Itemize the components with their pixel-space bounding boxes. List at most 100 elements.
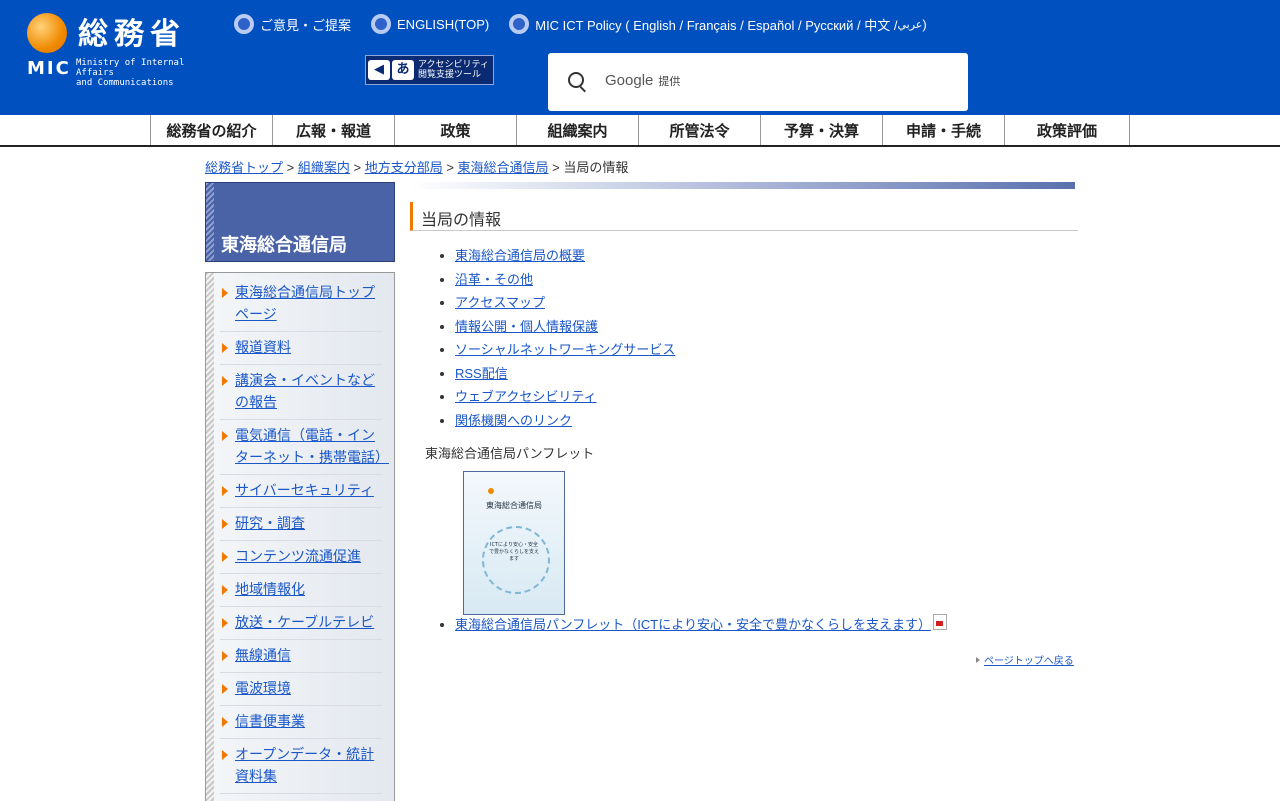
breadcrumb-link-tokai[interactable]: 東海総合通信局 bbox=[458, 160, 549, 175]
top-link-arabic[interactable]: عربي bbox=[898, 18, 923, 31]
sidebar-item: 電気通信（電話・インターネット・携帯電話） bbox=[220, 420, 389, 475]
sidebar-title-box: 東海総合通信局 bbox=[205, 182, 395, 262]
nav-item-organization[interactable]: 組織案内 bbox=[517, 115, 639, 145]
nav-item-evaluation[interactable]: 政策評価 bbox=[1005, 115, 1130, 145]
top-link-feedback[interactable]: ご意見・ご提案 bbox=[234, 14, 351, 34]
sidebar-item-link[interactable]: 地域情報化 bbox=[235, 581, 305, 597]
accessibility-tool-button[interactable]: ◀ あ アクセシビリティ 閲覧支援ツール bbox=[365, 55, 494, 85]
logo-kanji: 総務省 bbox=[78, 17, 186, 52]
info-link-history[interactable]: 沿革・その他 bbox=[455, 272, 533, 287]
nav-item-about[interactable]: 総務省の紹介 bbox=[151, 115, 273, 145]
list-item: ウェブアクセシビリティ bbox=[455, 386, 675, 410]
sidebar-item: 信書便事業 bbox=[220, 706, 382, 739]
pamphlet-label: 東海総合通信局パンフレット bbox=[425, 446, 595, 461]
sidebar-item-link[interactable]: オープンデータ・統計資料集 bbox=[235, 746, 374, 784]
radio-bullet-icon bbox=[371, 14, 392, 34]
breadcrumb-separator: > bbox=[442, 160, 458, 175]
logo-abbr: MIC bbox=[27, 58, 71, 79]
pamphlet-link-list: 東海総合通信局パンフレット（ICTにより安心・安全で豊かなくらしを支えます） bbox=[425, 614, 947, 635]
sidebar-item: コンテンツ流通促進 bbox=[220, 541, 382, 574]
sidebar-item-link[interactable]: 電気通信（電話・インターネット・携帯電話） bbox=[235, 427, 389, 465]
list-item: RSS配信 bbox=[455, 363, 675, 387]
info-link-related[interactable]: 関係機関へのリンク bbox=[455, 413, 572, 428]
top-link-label: MIC ICT Policy ( English / Français / Es… bbox=[535, 17, 898, 33]
nav-item-laws[interactable]: 所管法令 bbox=[639, 115, 761, 145]
pamphlet-cover-text: ICTにより安心・安全で豊かなくらしを支えます bbox=[488, 542, 539, 562]
breadcrumb-current: 当局の情報 bbox=[563, 160, 629, 175]
breadcrumb-link-top[interactable]: 総務省トップ bbox=[205, 160, 283, 175]
breadcrumb-link-organization[interactable]: 組織案内 bbox=[298, 160, 350, 175]
logo-subtitle: Ministry of Internal Affairs and Communi… bbox=[76, 58, 216, 88]
info-link-access-map[interactable]: アクセスマップ bbox=[455, 295, 545, 310]
sidebar-menu: 東海総合通信局トップページ 報道資料 講演会・イベントなどの報告 電気通信（電話… bbox=[205, 272, 395, 801]
list-item: 情報公開・個人情報保護 bbox=[455, 316, 675, 340]
list-item: 沿革・その他 bbox=[455, 269, 675, 293]
sidebar-item: 東海総合通信局トップページ bbox=[220, 277, 382, 332]
info-link-rss[interactable]: RSS配信 bbox=[455, 366, 508, 381]
top-link-close-paren: ) bbox=[922, 16, 927, 32]
sidebar-item-link[interactable]: サイバーセキュリティ bbox=[235, 482, 374, 498]
breadcrumb-separator: > bbox=[548, 160, 564, 175]
sidebar-item: サイバーセキュリティ bbox=[220, 475, 382, 508]
mic-logo[interactable]: 総務省 MIC Ministry of Internal Affairs and… bbox=[26, 12, 216, 88]
top-links: ご意見・ご提案 ENGLISH(TOP) MIC ICT Policy ( En… bbox=[234, 13, 947, 35]
sidebar-item: 電波環境 bbox=[220, 673, 382, 706]
search-box[interactable]: Google 提供 bbox=[548, 53, 968, 111]
nav-item-budget[interactable]: 予算・決算 bbox=[761, 115, 883, 145]
accessibility-tool-label: アクセシビリティ 閲覧支援ツール bbox=[418, 60, 489, 80]
list-item: ソーシャルネットワーキングサービス bbox=[455, 339, 675, 363]
nav-item-applications[interactable]: 申請・手続 bbox=[883, 115, 1005, 145]
sidebar-item-link[interactable]: 放送・ケーブルテレビ bbox=[235, 614, 374, 630]
sidebar-item: 地域情報化 bbox=[220, 574, 382, 607]
nav-item-press[interactable]: 広報・報道 bbox=[273, 115, 395, 145]
breadcrumb-link-regional[interactable]: 地方支分部局 bbox=[365, 160, 443, 175]
top-link-ict-policy[interactable]: MIC ICT Policy ( English / Français / Es… bbox=[509, 14, 927, 34]
search-brand-suffix: 提供 bbox=[658, 76, 681, 88]
top-link-label: ご意見・ご提案 bbox=[260, 17, 352, 33]
search-icon[interactable] bbox=[568, 72, 584, 88]
sidebar-item-link[interactable]: コンテンツ流通促進 bbox=[235, 548, 361, 564]
sidebar-item-link[interactable]: 無線通信 bbox=[235, 647, 291, 663]
sidebar-item-link[interactable]: 信書便事業 bbox=[235, 713, 305, 729]
page-top-link[interactable]: ページトップへ戻る bbox=[976, 652, 1074, 667]
accessibility-tool-label-2: 閲覧支援ツール bbox=[418, 70, 482, 80]
list-item: 東海総合通信局の概要 bbox=[455, 245, 675, 269]
sidebar-menu-stripe bbox=[206, 273, 214, 801]
pamphlet-cover-image[interactable]: 東海総合通信局 ICTにより安心・安全で豊かなくらしを支えます bbox=[463, 471, 565, 615]
heading-gradient-bar bbox=[410, 182, 1075, 189]
breadcrumb-separator: > bbox=[283, 160, 298, 175]
info-link-disclosure[interactable]: 情報公開・個人情報保護 bbox=[455, 319, 598, 334]
sidebar-stripe bbox=[206, 183, 214, 261]
list-item: 関係機関へのリンク bbox=[455, 410, 675, 434]
hiragana-a-icon: あ bbox=[392, 60, 414, 80]
search-input[interactable]: Google 提供 bbox=[605, 72, 680, 89]
global-nav: 総務省の紹介 広報・報道 政策 組織案内 所管法令 予算・決算 申請・手続 政策… bbox=[0, 115, 1280, 147]
logo-sun-icon bbox=[27, 13, 67, 53]
pdf-icon bbox=[932, 614, 947, 630]
sidebar-title: 東海総合通信局 bbox=[221, 235, 347, 256]
info-link-overview[interactable]: 東海総合通信局の概要 bbox=[455, 248, 585, 263]
pamphlet-pdf-link[interactable]: 東海総合通信局パンフレット（ICTにより安心・安全で豊かなくらしを支えます） bbox=[455, 617, 931, 632]
sidebar-item-link[interactable]: 講演会・イベントなどの報告 bbox=[235, 372, 375, 410]
nav-item-policy[interactable]: 政策 bbox=[395, 115, 517, 145]
list-item: 東海総合通信局パンフレット（ICTにより安心・安全で豊かなくらしを支えます） bbox=[455, 614, 947, 635]
pamphlet-cover-title: 東海総合通信局 bbox=[486, 501, 542, 510]
info-link-accessibility[interactable]: ウェブアクセシビリティ bbox=[455, 389, 597, 404]
logo-subtitle-line-1: Ministry of Internal Affairs bbox=[76, 58, 185, 78]
breadcrumb-separator: > bbox=[349, 160, 365, 175]
search-brand: Google bbox=[605, 72, 654, 89]
info-link-list: 東海総合通信局の概要 沿革・その他 アクセスマップ 情報公開・個人情報保護 ソー… bbox=[425, 245, 675, 433]
speaker-icon: ◀ bbox=[368, 60, 390, 80]
pamphlet-logo-icon bbox=[488, 488, 494, 494]
info-link-sns[interactable]: ソーシャルネットワーキングサービス bbox=[455, 342, 675, 357]
sidebar-item: オープンデータ・統計資料集 bbox=[220, 739, 382, 794]
sidebar-item: 研究・調査 bbox=[220, 508, 382, 541]
top-link-english[interactable]: ENGLISH(TOP) bbox=[371, 14, 489, 34]
sidebar-item-link[interactable]: 報道資料 bbox=[235, 339, 291, 355]
sidebar-item: 講演会・イベントなどの報告 bbox=[220, 365, 382, 420]
sidebar-item: 放送・ケーブルテレビ bbox=[220, 607, 382, 640]
sidebar-item-link[interactable]: 研究・調査 bbox=[235, 515, 305, 531]
sidebar-item-link[interactable]: 東海総合通信局トップページ bbox=[235, 284, 375, 322]
sidebar-item-link[interactable]: 電波環境 bbox=[235, 680, 291, 696]
radio-bullet-icon bbox=[509, 14, 530, 34]
